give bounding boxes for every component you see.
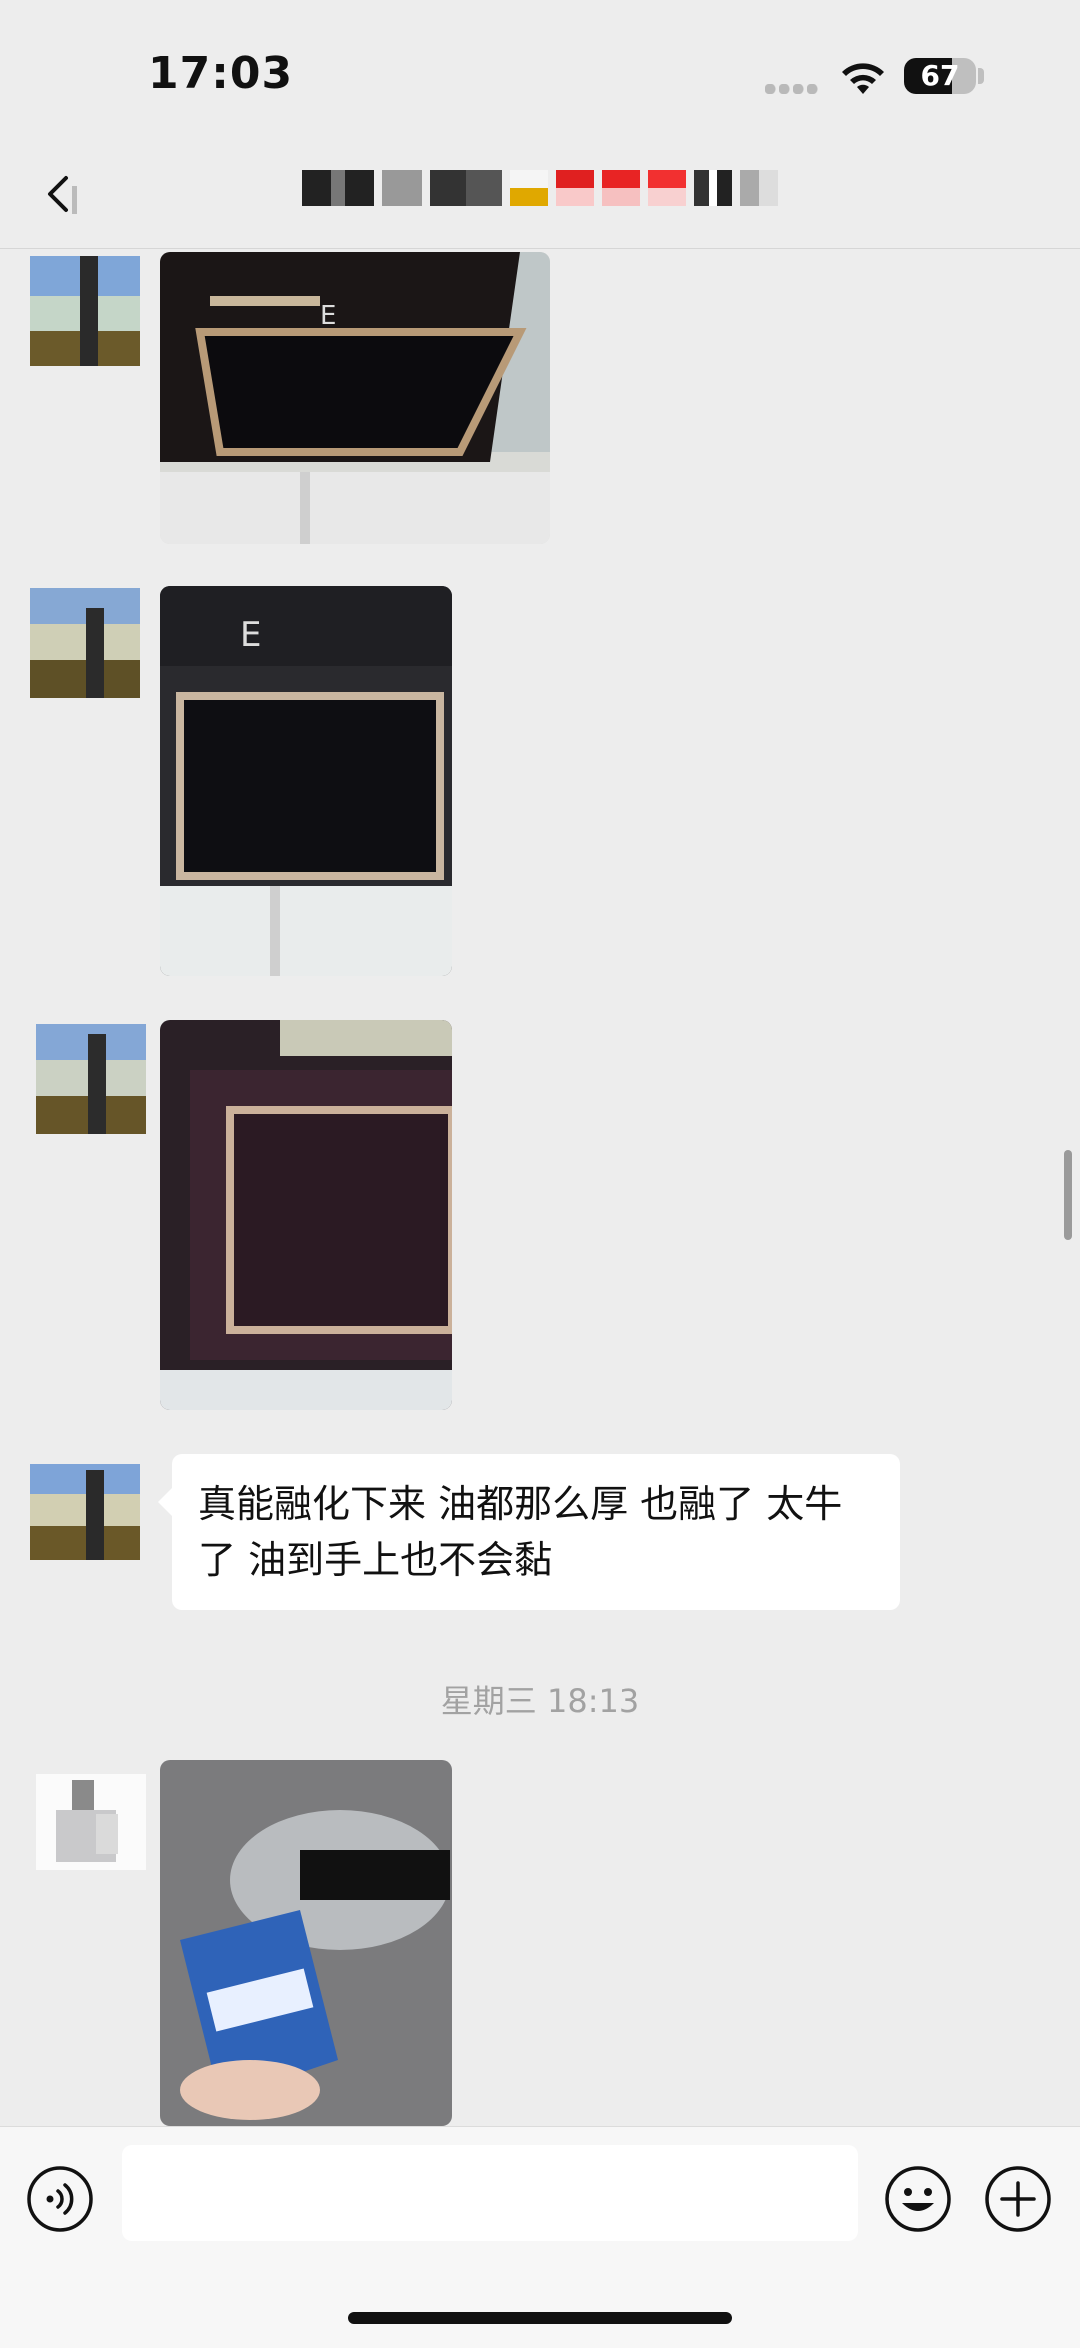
photo-range-hood-2[interactable]: E — [160, 586, 452, 976]
cellular-signal-icon — [765, 84, 821, 94]
message-text: 真能融化下来 油都那么厚 也融了 太牛了 油到手上也不会黏 — [198, 1482, 843, 1582]
status-time: 17:03 — [148, 48, 294, 99]
avatar[interactable] — [30, 256, 140, 366]
chat-title-pixelated — [298, 170, 782, 206]
avatar[interactable] — [36, 1774, 146, 1870]
svg-text:E: E — [240, 615, 261, 655]
voice-input-icon[interactable] — [26, 2165, 94, 2233]
avatar[interactable] — [36, 1024, 146, 1134]
photo-range-hood-3[interactable] — [160, 1020, 452, 1410]
chat-title — [0, 170, 1080, 206]
battery-cap — [978, 68, 984, 84]
status-bar: 17:03 67 — [0, 0, 1080, 140]
photo-range-hood-1[interactable]: E — [160, 252, 550, 544]
timestamp: 星期三 18:13 — [440, 1682, 640, 1720]
message-input[interactable] — [122, 2145, 858, 2241]
photo-cleaner-bottle[interactable] — [160, 1760, 452, 2126]
battery-level: 67 — [920, 59, 960, 92]
home-indicator — [348, 2312, 732, 2324]
avatar[interactable] — [30, 1464, 140, 1560]
scroll-indicator[interactable] — [1064, 1150, 1072, 1240]
svg-text:E: E — [320, 301, 336, 331]
plus-icon[interactable] — [984, 2165, 1052, 2233]
avatar[interactable] — [30, 588, 140, 698]
battery-icon: 67 — [904, 58, 976, 94]
emoji-icon[interactable] — [884, 2165, 952, 2233]
text-bubble[interactable]: 真能融化下来 油都那么厚 也融了 太牛了 油到手上也不会黏 — [158, 1454, 900, 1610]
wifi-icon — [842, 63, 884, 94]
nav-bar — [0, 140, 1080, 249]
